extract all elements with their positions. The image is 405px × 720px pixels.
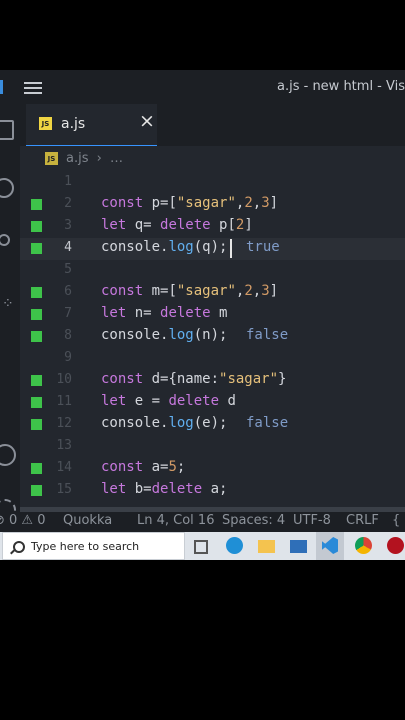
- js-file-icon: JS: [45, 152, 58, 165]
- eol-status[interactable]: CRLF: [346, 513, 379, 528]
- coverage-marker: [31, 331, 42, 342]
- code-text: const p=["sagar",2,3]: [101, 195, 279, 211]
- code-line[interactable]: 9: [20, 348, 405, 370]
- coverage-marker: [31, 309, 42, 320]
- line-number: 11: [56, 394, 72, 409]
- line-number: 1: [64, 174, 72, 189]
- coverage-marker: [31, 221, 42, 232]
- search-icon[interactable]: [0, 178, 14, 198]
- code-text: console.log(e);: [101, 415, 228, 431]
- mail-icon[interactable]: [290, 540, 307, 553]
- indentation-status[interactable]: Spaces: 4: [222, 513, 285, 528]
- line-number: 13: [56, 438, 72, 453]
- line-number: 15: [56, 482, 72, 497]
- inline-result: false: [246, 415, 289, 431]
- code-line-current[interactable]: 4 console.log(q); true: [20, 238, 405, 260]
- line-number: 12: [56, 416, 72, 431]
- code-line[interactable]: 14 const a=5;: [20, 458, 405, 480]
- code-text: let b=delete a;: [101, 481, 228, 497]
- quokka-status[interactable]: Quokka: [63, 513, 112, 528]
- code-text: const a=5;: [101, 459, 186, 475]
- code-editor[interactable]: 1 2 const p=["sagar",2,3] 3 let q= delet…: [20, 172, 405, 512]
- line-number: 6: [64, 284, 72, 299]
- line-number: 14: [56, 460, 72, 475]
- edge-browser-icon[interactable]: [226, 537, 243, 554]
- vscode-taskbar-button[interactable]: [316, 532, 344, 560]
- line-number: 5: [64, 262, 72, 277]
- tab-label: a.js: [61, 116, 86, 132]
- code-line[interactable]: 3 let q= delete p[2]: [20, 216, 405, 238]
- code-text: let e = delete d: [101, 393, 236, 409]
- breadcrumb-more[interactable]: …: [110, 151, 123, 166]
- code-line[interactable]: 10 const d={name:"sagar"}: [20, 370, 405, 392]
- code-text: const d={name:"sagar"}: [101, 371, 287, 387]
- app-icon[interactable]: [387, 537, 404, 554]
- title-bar: a.js - new html - Visua: [0, 70, 405, 104]
- code-text: const m=["sagar",2,3]: [101, 283, 279, 299]
- windows-taskbar: Type here to search: [0, 532, 405, 560]
- code-line[interactable]: 7 let n= delete m: [20, 304, 405, 326]
- file-explorer-icon[interactable]: [258, 540, 275, 553]
- chevron-right-icon: ›: [96, 151, 102, 166]
- encoding-status[interactable]: UTF-8: [293, 513, 331, 528]
- extensions-icon[interactable]: ⁘: [2, 296, 14, 312]
- line-number: 9: [64, 350, 72, 365]
- status-bar: ⊘ 0 ⚠ 0 Quokka Ln 4, Col 16 Spaces: 4 UT…: [0, 512, 405, 532]
- line-number: 3: [64, 218, 72, 233]
- breadcrumb-file[interactable]: a.js: [66, 151, 88, 166]
- code-line[interactable]: 15 let b=delete a;: [20, 480, 405, 502]
- explorer-indicator: [0, 80, 3, 94]
- tab-a-js[interactable]: JS a.js ×: [26, 104, 157, 146]
- chrome-icon[interactable]: [355, 537, 372, 554]
- tab-bar: JS a.js ×: [20, 104, 405, 146]
- code-line[interactable]: 8 console.log(n); false: [20, 326, 405, 348]
- close-icon[interactable]: ×: [139, 112, 155, 131]
- braces-icon[interactable]: {: [392, 513, 400, 528]
- code-text: console.log(q);: [101, 239, 228, 255]
- line-number: 2: [64, 196, 72, 211]
- vscode-icon: [322, 537, 338, 554]
- coverage-marker: [31, 485, 42, 496]
- coverage-marker: [31, 375, 42, 386]
- account-icon[interactable]: [0, 444, 16, 466]
- coverage-marker: [31, 463, 42, 474]
- cursor-position[interactable]: Ln 4, Col 16: [137, 513, 214, 528]
- code-line[interactable]: 6 const m=["sagar",2,3]: [20, 282, 405, 304]
- task-view-icon[interactable]: [194, 540, 208, 554]
- window-title: a.js - new html - Visua: [277, 79, 405, 94]
- hamburger-menu-icon[interactable]: [24, 82, 42, 94]
- code-text: console.log(n);: [101, 327, 228, 343]
- text-cursor: [230, 239, 232, 258]
- problems-indicator[interactable]: ⊘ 0 ⚠ 0: [0, 513, 46, 528]
- breadcrumb[interactable]: JS a.js › …: [45, 151, 123, 169]
- code-line[interactable]: 13: [20, 436, 405, 458]
- search-icon: [13, 541, 25, 553]
- code-line[interactable]: 5: [20, 260, 405, 282]
- vscode-window: a.js - new html - Visua ⁘ JS a.js × JS a.…: [0, 70, 405, 560]
- source-control-icon[interactable]: [0, 234, 10, 246]
- coverage-marker: [31, 199, 42, 210]
- line-number: 4: [64, 240, 72, 255]
- taskbar-search-box[interactable]: Type here to search: [2, 532, 185, 560]
- inline-result: true: [246, 239, 280, 255]
- code-line[interactable]: 12 console.log(e); false: [20, 414, 405, 436]
- code-line[interactable]: 2 const p=["sagar",2,3]: [20, 194, 405, 216]
- activity-bar: ⁘: [0, 104, 20, 560]
- line-number: 10: [56, 372, 72, 387]
- coverage-marker: [31, 287, 42, 298]
- explorer-icon[interactable]: [0, 120, 14, 140]
- code-text: let q= delete p[2]: [101, 217, 253, 233]
- coverage-marker: [31, 243, 42, 254]
- code-line[interactable]: 1: [20, 172, 405, 194]
- coverage-marker: [31, 419, 42, 430]
- code-line[interactable]: 11 let e = delete d: [20, 392, 405, 414]
- line-number: 8: [64, 328, 72, 343]
- line-number: 7: [64, 306, 72, 321]
- js-file-icon: JS: [39, 117, 52, 130]
- search-placeholder: Type here to search: [31, 540, 140, 553]
- code-text: let n= delete m: [101, 305, 228, 321]
- inline-result: false: [246, 327, 289, 343]
- coverage-marker: [31, 397, 42, 408]
